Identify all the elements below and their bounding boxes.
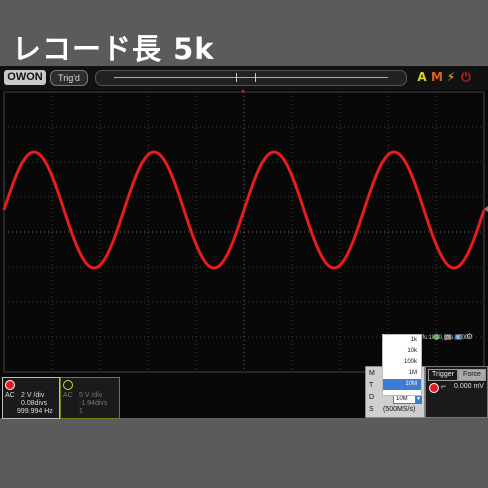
page-heading: レコード長 5k (12, 32, 215, 66)
ch1-coupling: AC (5, 392, 15, 399)
record-length-value: 10M (396, 396, 408, 402)
ch1-panel[interactable]: AC 2 V /div 0.08divs 999.994 Hz (2, 377, 60, 419)
menu-row-s[interactable]: S (369, 406, 374, 414)
ch2-coupling: AC (63, 392, 73, 399)
grid-lines (4, 92, 484, 372)
rising-edge-icon: ⌐ (441, 381, 447, 391)
ch2-volts-div: 5 V /div (79, 392, 103, 399)
ch1-offset: 0.08divs (21, 400, 48, 407)
ch2-offset: -1.94divs (79, 400, 108, 407)
trigger-button[interactable]: Trigger (428, 369, 458, 381)
ch2-badge-icon (63, 380, 73, 390)
ch1-waveform (2, 150, 486, 270)
ch2-panel[interactable]: AC 5 V /div -1.94divs 1 (60, 377, 120, 419)
ch1-volts-div: 2 V /div (21, 392, 45, 399)
dropdown-option[interactable]: 1k (383, 335, 421, 346)
waveform-display (2, 90, 488, 373)
ch1-frequency: 999.994 Hz (17, 408, 53, 415)
time-position-window[interactable] (236, 73, 256, 82)
owon-logo: OWON (4, 70, 46, 85)
trigger-status-badge: Trig'd (50, 70, 88, 86)
acquisition-info: wfs:1810, pts:4000 (418, 335, 469, 341)
dropdown-option[interactable]: 100k (383, 357, 421, 368)
ch1-badge-icon (5, 380, 15, 390)
force-button[interactable]: Force (458, 369, 486, 381)
menu-row-m[interactable]: M (369, 370, 375, 378)
meter-icon[interactable]: M (431, 70, 443, 84)
flash-icon[interactable]: ⚡ (445, 70, 457, 84)
time-position-bar[interactable] (95, 70, 407, 86)
dropdown-option-selected[interactable]: 10M (383, 379, 421, 390)
record-length-dropdown: 1k 10k 100k 1M 10M (382, 334, 422, 396)
sample-rate: (500MS/s) (383, 406, 416, 413)
dropdown-option[interactable]: 10k (383, 346, 421, 357)
auto-icon[interactable]: A (416, 70, 428, 84)
trigger-level: 0.000 mV (454, 383, 484, 390)
trigger-source-icon (429, 383, 439, 393)
trigger-panel: Trigger Force ⌐ 0.000 mV (425, 366, 488, 418)
top-toolbar: OWON Trig'd A M ⚡ ⏻ (0, 66, 488, 90)
dropdown-option[interactable]: 1M (383, 368, 421, 379)
oscilloscope-window: OWON Trig'd A M ⚡ ⏻ ● ▤ ▣ ⚙ wfs:1810, pts:4… (0, 66, 488, 419)
power-icon[interactable]: ⏻ (460, 70, 472, 84)
menu-row-d[interactable]: D (369, 394, 374, 402)
ch2-extra: 1 (79, 408, 83, 415)
menu-row-t[interactable]: T (369, 382, 373, 390)
